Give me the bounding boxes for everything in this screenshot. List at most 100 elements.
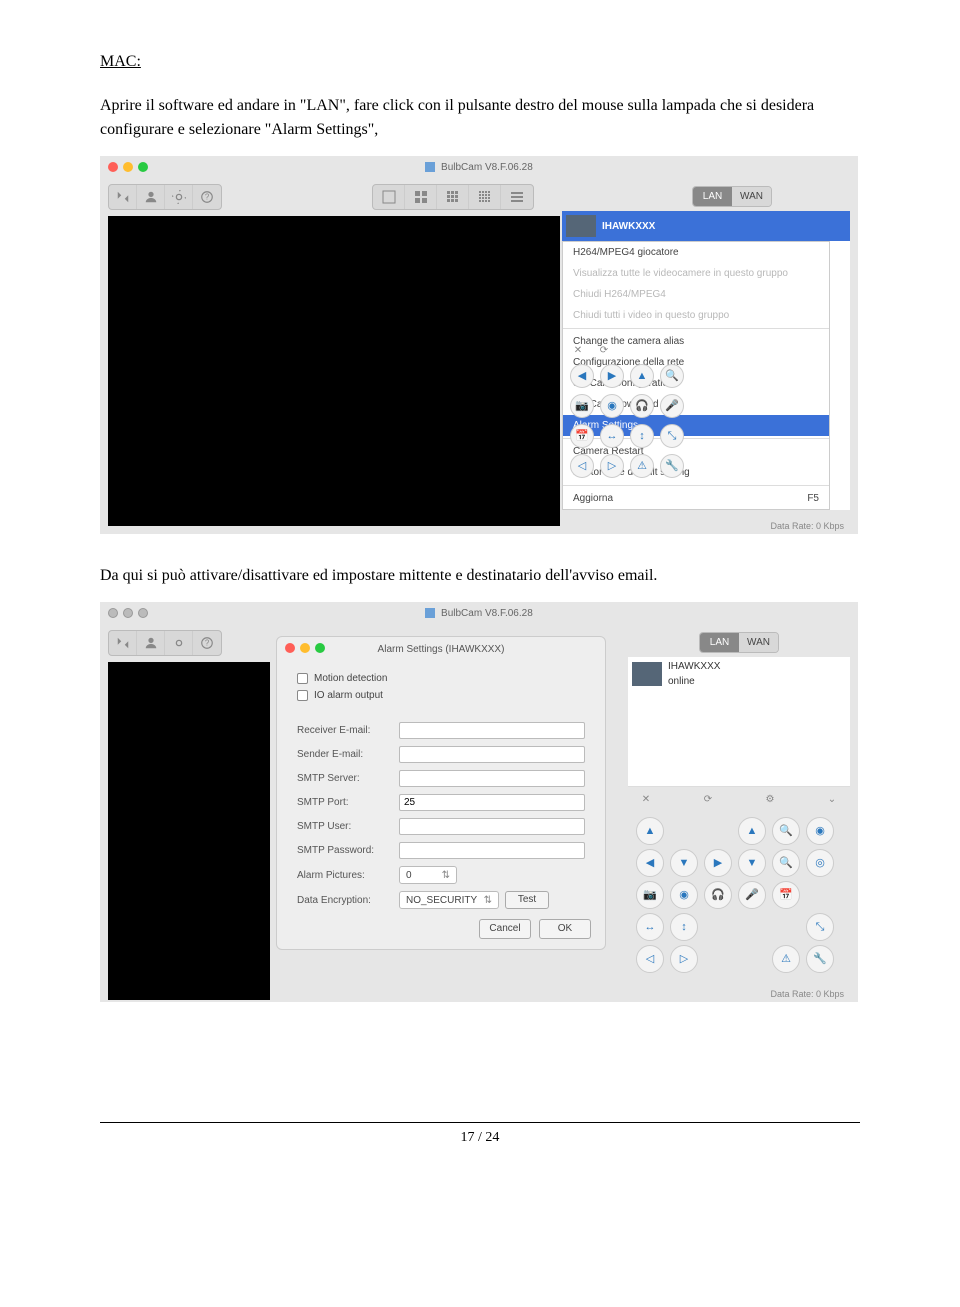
tab-wan[interactable]: WAN <box>739 633 778 652</box>
smtp-server-input[interactable] <box>399 770 585 787</box>
page-footer: 17 / 24 <box>100 1122 860 1148</box>
camera-thumbnail <box>566 215 596 237</box>
sender-email-label: Sender E-mail: <box>297 747 393 762</box>
calendar-icon[interactable]: 📅 <box>570 424 594 448</box>
arrow-updown-icon[interactable]: ↕ <box>670 913 698 941</box>
calendar-icon[interactable]: 📅 <box>772 881 800 909</box>
arrow-prev-icon[interactable]: ◁ <box>636 945 664 973</box>
menu-item-close-all[interactable]: Chiudi tutti i video in questo gruppo <box>563 305 829 326</box>
camera-name: IHAWKXXX <box>602 219 655 234</box>
zoom-in-icon[interactable]: 🔍 <box>772 817 800 845</box>
dialog-footer: Cancel OK <box>479 919 591 939</box>
test-button[interactable]: Test <box>505 891 549 909</box>
cancel-button[interactable]: Cancel <box>479 919 531 939</box>
toolbar-gear-icon[interactable] <box>165 185 193 209</box>
refresh-icon[interactable]: ⟳ <box>700 791 716 807</box>
layout-list-icon[interactable] <box>501 185 533 209</box>
mic-icon[interactable]: 🎤 <box>660 394 684 418</box>
arrow-left-icon[interactable]: ◀ <box>570 364 594 388</box>
smtp-password-label: SMTP Password: <box>297 843 393 858</box>
toolbar-info-icon[interactable]: ? <box>193 185 221 209</box>
heading-mac: MAC: <box>100 50 860 74</box>
alarm-pictures-value: 0 <box>406 868 412 883</box>
triangle-up-icon[interactable]: ▲ <box>738 817 766 845</box>
refresh-icon[interactable]: ⟳ <box>596 342 612 358</box>
app-icon <box>425 608 435 618</box>
smtp-password-input[interactable] <box>399 842 585 859</box>
wrench-icon[interactable]: 🔧 <box>806 945 834 973</box>
toolbar-gear-icon[interactable] <box>165 631 193 655</box>
layout-1-icon[interactable] <box>373 185 405 209</box>
io-alarm-row: IO alarm output <box>297 688 585 703</box>
arrow-leftright-icon[interactable]: ↔ <box>636 913 664 941</box>
receiver-email-input[interactable] <box>399 722 585 739</box>
record-icon[interactable]: ◉ <box>670 881 698 909</box>
camera-name-2: IHAWKXXX <box>668 659 720 674</box>
smtp-user-input[interactable] <box>399 818 585 835</box>
arrow-diagonal-icon[interactable]: ⤡ <box>660 424 684 448</box>
camera-status: online <box>668 674 720 689</box>
menu-item-aggiorna[interactable]: Aggiorna F5 <box>563 488 829 509</box>
camera-list-item[interactable]: IHAWKXXX online <box>628 657 850 691</box>
camera-icon[interactable]: 📷 <box>636 881 664 909</box>
smtp-server-label: SMTP Server: <box>297 771 393 786</box>
menu-item-close-h264[interactable]: Chiudi H264/MPEG4 <box>563 284 829 305</box>
layout-4-icon[interactable] <box>405 185 437 209</box>
zoom-icon[interactable]: 🔍 <box>660 364 684 388</box>
aperture-icon[interactable]: ◎ <box>806 849 834 877</box>
warning-icon[interactable]: ⚠ <box>630 454 654 478</box>
screenshot-2-app-window: BulbCam V8.F.06.28 ? Alarm Settings (IHA… <box>100 602 858 1002</box>
headphones-icon[interactable]: 🎧 <box>630 394 654 418</box>
toolbar-user-icon[interactable] <box>137 185 165 209</box>
arrow-next-icon[interactable]: ▷ <box>600 454 624 478</box>
camera-icon[interactable]: 📷 <box>570 394 594 418</box>
arrow-right-icon[interactable]: ▶ <box>600 364 624 388</box>
camera-list-item-selected[interactable]: IHAWKXXX <box>562 211 850 241</box>
data-encryption-select[interactable]: NO_SECURITY ⇅ <box>399 891 499 909</box>
close-x-icon[interactable]: ✕ <box>570 342 586 358</box>
arrow-down-icon[interactable]: ▼ <box>670 849 698 877</box>
arrow-leftright-icon[interactable]: ↔ <box>600 424 624 448</box>
gear-icon[interactable]: ⚙ <box>762 791 778 807</box>
arrow-diagonal-icon[interactable]: ⤡ <box>806 913 834 941</box>
triangle-down-icon[interactable]: ▼ <box>738 849 766 877</box>
toolbar-info-icon[interactable]: ? <box>193 631 221 655</box>
motion-detection-checkbox[interactable] <box>297 673 308 684</box>
sender-email-input[interactable] <box>399 746 585 763</box>
arrow-next-icon[interactable]: ▷ <box>670 945 698 973</box>
menu-item-view-all[interactable]: Visualizza tutte le videocamere in quest… <box>563 263 829 284</box>
alarm-pictures-select[interactable]: 0 ⇅ <box>399 866 457 884</box>
tab-lan[interactable]: LAN <box>693 187 732 206</box>
tab-wan[interactable]: WAN <box>732 187 771 206</box>
close-x-icon[interactable]: ✕ <box>638 791 654 807</box>
svg-text:?: ? <box>205 193 210 202</box>
tab-lan[interactable]: LAN <box>700 633 739 652</box>
io-alarm-checkbox[interactable] <box>297 690 308 701</box>
mic-icon[interactable]: 🎤 <box>738 881 766 909</box>
menu-item-h264-play[interactable]: H264/MPEG4 giocatore <box>563 242 829 263</box>
video-viewport <box>108 216 560 526</box>
arrow-updown-icon[interactable]: ↕ <box>630 424 654 448</box>
ok-button[interactable]: OK <box>539 919 591 939</box>
layout-16-icon[interactable] <box>469 185 501 209</box>
arrow-left-icon[interactable]: ◀ <box>636 849 664 877</box>
iris-icon[interactable]: ◉ <box>806 817 834 845</box>
ptz-control-grid: ▲ ▲ 🔍 ◉ ◀ ▼ ▶ ▼ 🔍 ◎ 📷 ◉ 🎧 🎤 📅 ↔ ↕ ⤡ ◁ <box>628 811 850 979</box>
arrow-prev-icon[interactable]: ◁ <box>570 454 594 478</box>
warning-icon[interactable]: ⚠ <box>772 945 800 973</box>
menu-separator-3 <box>563 485 829 486</box>
zoom-out-icon[interactable]: 🔍 <box>772 849 800 877</box>
toolbar-expand-icon[interactable] <box>109 631 137 655</box>
arrow-right-icon[interactable]: ▶ <box>704 849 732 877</box>
arrow-up-icon[interactable]: ▲ <box>636 817 664 845</box>
toolbar-expand-icon[interactable] <box>109 185 137 209</box>
lan-wan-tabs: LAN WAN <box>692 186 772 207</box>
wrench-icon[interactable]: 🔧 <box>660 454 684 478</box>
triangle-up-icon[interactable]: ▲ <box>630 364 654 388</box>
layout-9-icon[interactable] <box>437 185 469 209</box>
toolbar-user-icon[interactable] <box>137 631 165 655</box>
record-icon[interactable]: ◉ <box>600 394 624 418</box>
smtp-port-input[interactable] <box>399 794 585 811</box>
chevron-down-icon[interactable]: ⌄ <box>824 791 840 807</box>
headphones-icon[interactable]: 🎧 <box>704 881 732 909</box>
